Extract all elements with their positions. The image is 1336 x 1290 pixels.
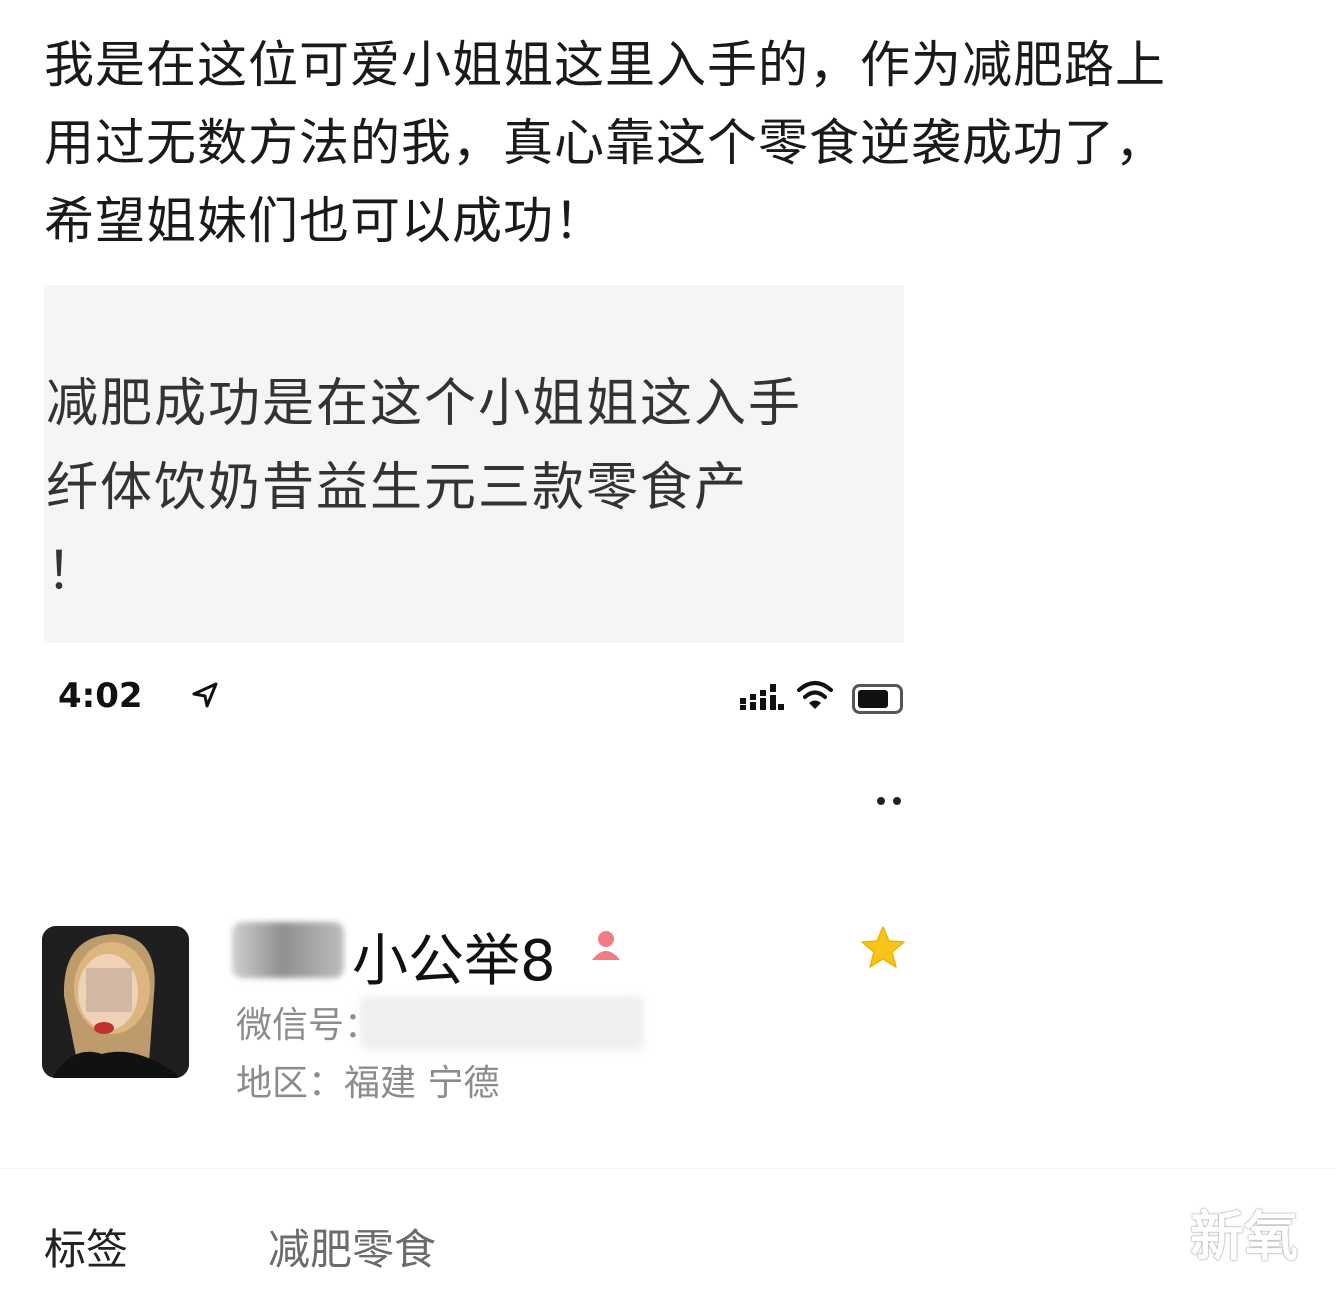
post-line-1: 我是在这位可爱小姐姐这里入手的，作为减肥路上 <box>44 36 1166 94</box>
quote-line-3: ！ <box>46 542 101 602</box>
quote-line-2: 纤体饮奶昔益生元三款零食产 <box>46 458 749 518</box>
quote-line-1: 减肥成功是在这个小姐姐这入手 <box>46 374 803 434</box>
status-bar: 4:02 <box>44 672 904 724</box>
battery-icon <box>852 684 903 714</box>
avatar[interactable] <box>42 926 189 1078</box>
location-arrow-icon <box>192 682 218 708</box>
quoted-screenshot: 减肥成功是在这个小姐姐这入手 纤体饮奶昔益生元三款零食产 ！ <box>44 285 904 643</box>
wifi-icon <box>797 681 833 709</box>
tags-value[interactable]: 减肥零食 <box>268 1216 436 1277</box>
nickname: 小公举8 <box>352 929 556 994</box>
redacted-name-part <box>232 922 344 978</box>
watermark: 新氧 <box>1190 1205 1298 1268</box>
region-row: 地区：福建 宁德 <box>236 1063 500 1104</box>
post-text: 我是在这位可爱小姐姐这里入手的，作为减肥路上 用过无数方法的我，真心靠这个零食逆… <box>44 26 1324 260</box>
redacted-wechat-id <box>360 996 644 1050</box>
more-options-icon[interactable] <box>876 796 906 806</box>
divider <box>0 1168 1336 1169</box>
post-line-2: 用过无数方法的我，真心靠这个零食逆袭成功了， <box>44 114 1166 172</box>
post-line-3: 希望姐妹们也可以成功！ <box>44 192 605 250</box>
star-icon[interactable] <box>860 924 906 970</box>
signal-icon <box>740 684 784 710</box>
avatar-photo <box>42 926 189 1078</box>
wechat-id-label: 微信号： <box>236 1005 381 1046</box>
female-gender-icon <box>592 931 620 960</box>
status-time: 4:02 <box>58 676 143 716</box>
tags-label: 标签 <box>44 1225 129 1274</box>
wechat-id-row: 微信号： <box>236 996 380 1048</box>
